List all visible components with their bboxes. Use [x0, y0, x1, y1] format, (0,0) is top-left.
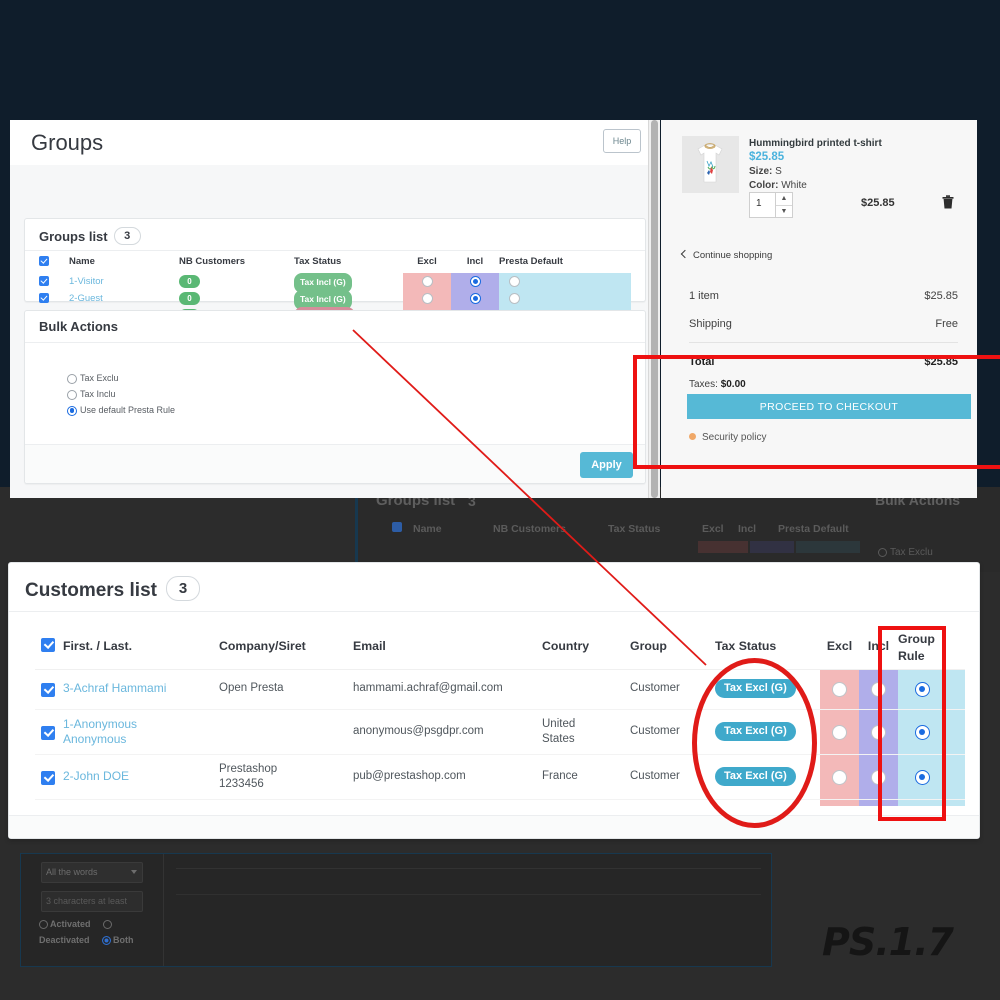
screenshot-stage: Groups list 3 Name NB Customers Tax Stat… [0, 0, 1000, 1000]
annotation-arrow [352, 329, 707, 666]
